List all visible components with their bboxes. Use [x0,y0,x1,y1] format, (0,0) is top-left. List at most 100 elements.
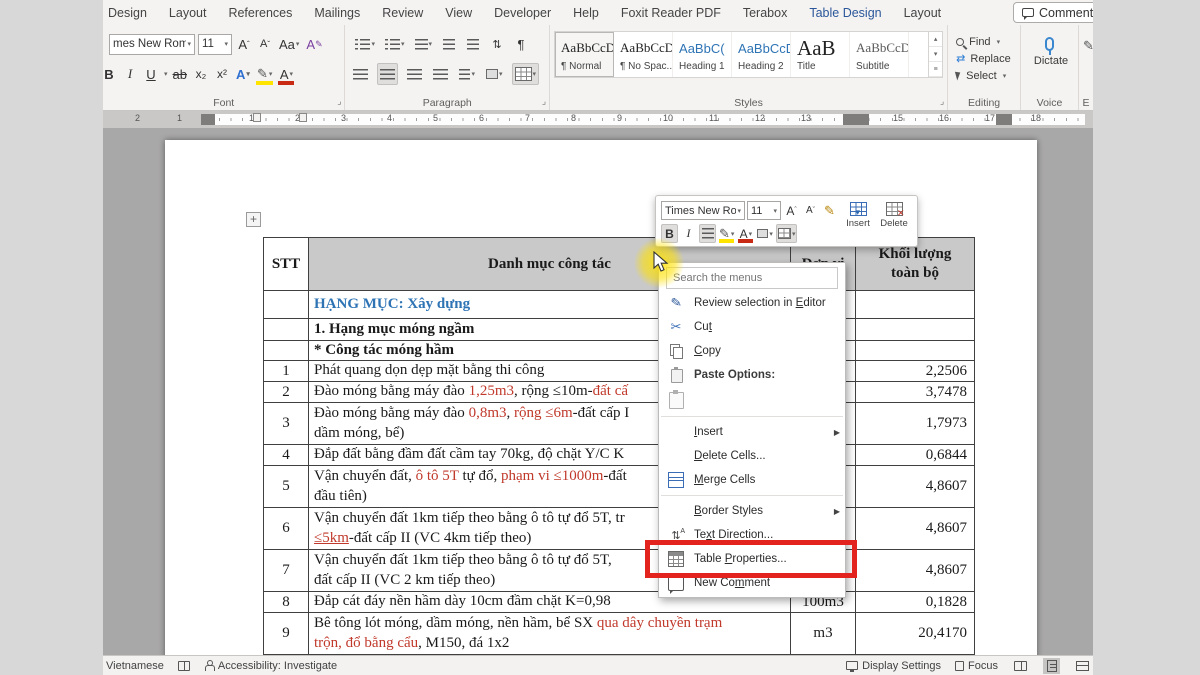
styles-dialog-launcher[interactable]: ⌟ [940,96,944,107]
cell-desc[interactable]: Bê tông lót móng, dầm móng, nền hầm, bể … [309,613,791,654]
cell-qty[interactable]: 2,2506 [856,361,974,381]
proofing-status[interactable] [178,661,190,671]
print-layout-button[interactable] [1043,658,1060,674]
ribbon-tab-developer[interactable]: Developer [483,6,562,20]
bold-button[interactable]: B [103,63,118,85]
align-right-button[interactable] [405,63,424,85]
cell-stt[interactable]: 8 [264,592,309,612]
shading-button[interactable]: ▾ [484,63,505,85]
replace-button[interactable]: ⇄Replace [952,50,1016,67]
table-row[interactable]: 8Đắp cát đáy nền hầm dày 10cm đầm chặt K… [264,592,974,613]
table-row[interactable]: 3Đào móng bằng máy đào 0,8m3, rộng ≤6m-đ… [264,403,974,445]
multilevel-list-button[interactable]: ▾ [413,33,435,55]
ribbon-tab-view[interactable]: View [434,6,483,20]
mini-shading-button[interactable]: ▾ [756,224,774,243]
table-row[interactable]: 5Vận chuyển đất, ô tô 5T tự đổ, phạm vi … [264,466,974,508]
style-item-normal[interactable]: AaBbCcDd¶ Normal [555,32,614,77]
table-row[interactable]: 7Vận chuyển đất 1km tiếp theo bằng ô tô … [264,550,974,592]
cell-stt[interactable]: 5 [264,466,309,507]
highlight-color-button[interactable]: ✎▾ [255,63,274,85]
cell-qty[interactable]: 4,8607 [856,550,974,591]
mini-format-painter-button[interactable]: ✎ [821,201,838,220]
ruler-table-marker[interactable] [201,114,215,125]
mini-delete-button[interactable]: Delete [876,199,912,229]
mini-font-color-button[interactable]: A▾ [737,224,754,243]
mini-borders-button[interactable]: ▾ [776,224,798,243]
menu-item-cut[interactable]: Cut [659,315,845,339]
cell-qty[interactable]: 0,1828 [856,592,974,612]
ribbon-tab-references[interactable]: References [217,6,303,20]
mini-font-name-combo[interactable]: Times New Ror ▾ [661,201,745,220]
shrink-font-button[interactable]: Aˇ [256,33,274,55]
style-item-heading-1[interactable]: AaBbC(Heading 1 [673,32,732,77]
mini-shrink-font-button[interactable]: Aˇ [802,201,819,220]
menu-search-box[interactable] [666,267,838,289]
cell-qty[interactable]: 0,6844 [856,445,974,465]
strikethrough-button[interactable]: ab [171,63,189,85]
cell-stt[interactable] [264,341,309,360]
menu-item-insert[interactable]: Insert▶ [659,420,845,444]
justify-button[interactable] [431,63,450,85]
display-settings-button[interactable]: Display Settings [846,660,941,672]
menu-item-review-selection-in-editor[interactable]: Review selection in Editor [659,291,845,315]
increase-indent-button[interactable] [464,33,482,55]
cell-stt[interactable]: 4 [264,445,309,465]
font-dialog-launcher[interactable]: ⌟ [337,96,341,107]
header-stt[interactable]: STT [264,238,309,290]
font-name-combo[interactable]: mes New Romar ▾ [109,34,195,55]
table-row[interactable]: 2Đào móng bằng máy đào 1,25m3, rộng ≤10m… [264,382,974,403]
indent-marker[interactable] [299,113,307,122]
cell-qty[interactable]: 4,8607 [856,466,974,507]
font-color-button[interactable]: A▾ [277,63,295,85]
cell-stt[interactable]: 1 [264,361,309,381]
cell-stt[interactable] [264,319,309,340]
table-row[interactable]: HẠNG MỤC: Xây dựng [264,291,974,319]
cell-qty[interactable]: 20,4170 [856,613,974,654]
mini-align-button[interactable] [699,224,716,243]
line-spacing-button[interactable]: ▾ [457,63,477,85]
focus-button[interactable]: Focus [955,660,998,672]
grow-font-button[interactable]: Aˆ [235,33,253,55]
cell-unit[interactable]: m3 [791,613,856,654]
more-styles-icon[interactable]: ≡ [929,62,942,77]
bullets-button[interactable]: ▾ [353,33,377,55]
align-left-button[interactable] [351,63,370,85]
find-button[interactable]: Find▾ [952,33,1016,50]
scroll-down-icon[interactable]: ▾ [929,47,942,62]
ribbon-tab-table-design[interactable]: Table Design [798,6,892,20]
mini-font-size-combo[interactable]: 11 ▾ [747,201,781,220]
cell-stt[interactable]: 2 [264,382,309,402]
cell-qty[interactable]: 3,7478 [856,382,974,402]
mini-insert-button[interactable]: Insert [840,199,876,229]
borders-button[interactable]: ▾ [512,63,540,85]
cell-qty[interactable]: 1,7973 [856,403,974,444]
menu-item-paste-large[interactable] [659,387,845,413]
underline-button[interactable]: U [142,63,160,85]
ruler-table-marker[interactable] [996,114,1012,125]
table-row[interactable]: 4Đắp đất bằng đầm đất cầm tay 70kg, độ c… [264,445,974,466]
table-move-handle[interactable]: + [246,212,261,227]
italic-button[interactable]: I [121,63,139,85]
read-mode-button[interactable] [1012,658,1029,674]
table-row[interactable]: 1. Hạng mục móng ngầm [264,319,974,341]
text-effects-button[interactable]: A▾ [234,63,252,85]
chevron-down-icon[interactable]: ▾ [164,70,168,78]
cell-stt[interactable]: 6 [264,508,309,549]
menu-item-delete-cells[interactable]: Delete Cells... [659,444,845,468]
style-item-heading-2[interactable]: AaBbCcDHeading 2 [732,32,791,77]
ruler-table-marker[interactable] [843,114,869,125]
ribbon-tab-terabox[interactable]: Terabox [732,6,798,20]
numbering-button[interactable]: ▾ [383,33,407,55]
ribbon-tab-design[interactable]: Design [103,6,158,20]
style-item-no-spac[interactable]: AaBbCcDd¶ No Spac... [614,32,673,77]
style-item-subtitle[interactable]: AaBbCcDdSubtitle [850,32,909,77]
menu-search-input[interactable] [667,272,837,284]
superscript-button[interactable]: x² [213,64,231,84]
accessibility-status[interactable]: Accessibility: Investigate [204,660,337,672]
change-case-button[interactable]: Aa▾ [277,33,301,55]
cell-stt[interactable]: 3 [264,403,309,444]
cell-stt[interactable]: 9 [264,613,309,654]
indent-marker[interactable] [253,113,261,122]
comments-button[interactable]: Comments [1013,2,1093,23]
scroll-up-icon[interactable]: ▴ [929,32,942,47]
